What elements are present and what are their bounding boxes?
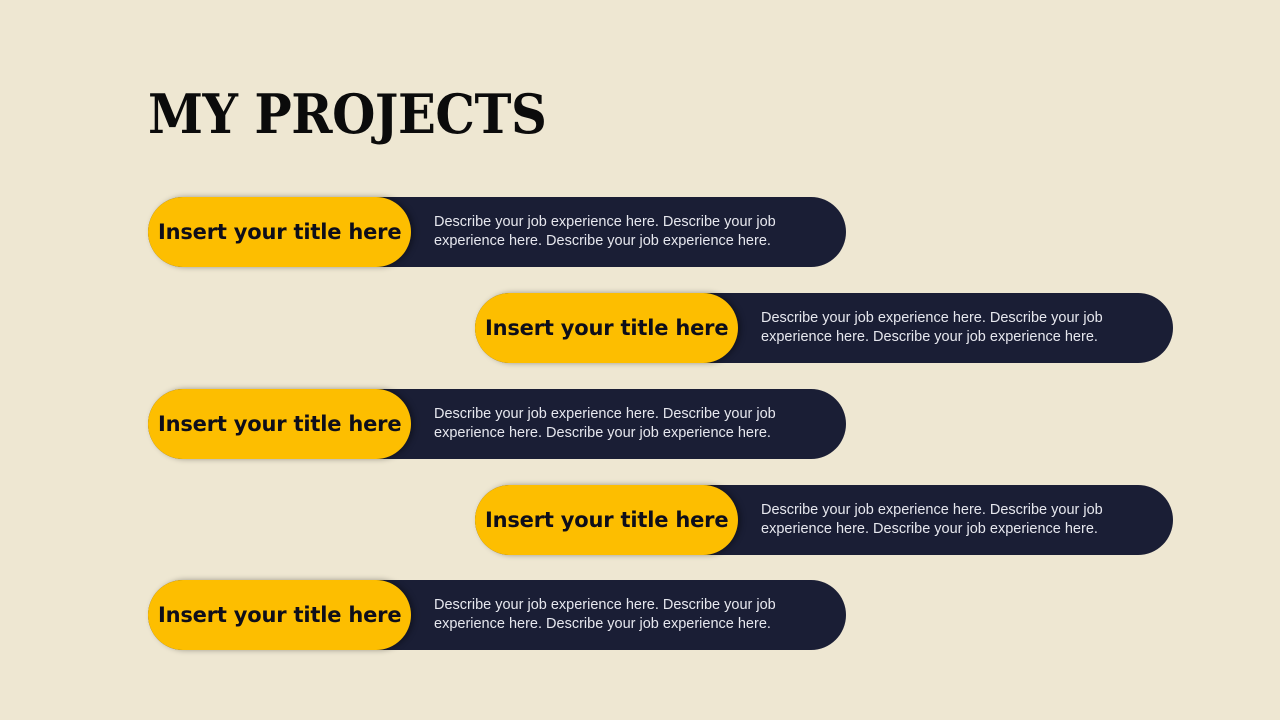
project-description: Describe your job experience here. Descr…	[434, 597, 776, 632]
project-description: Describe your job experience here. Descr…	[761, 502, 1103, 537]
project-title-badge: Insert your title here	[148, 580, 411, 650]
project-title-badge: Insert your title here	[475, 485, 738, 555]
project-item-3: Insert your title here Describe your job…	[148, 389, 846, 459]
project-title: Insert your title here	[158, 603, 402, 627]
project-title-badge: Insert your title here	[148, 389, 411, 459]
project-item-1: Insert your title here Describe your job…	[148, 197, 846, 267]
slide: MY PROJECTS Insert your title here Descr…	[0, 0, 1280, 720]
project-title-badge: Insert your title here	[475, 293, 738, 363]
project-title: Insert your title here	[158, 412, 402, 436]
project-title-badge: Insert your title here	[148, 197, 411, 267]
project-title: Insert your title here	[485, 508, 729, 532]
project-item-5: Insert your title here Describe your job…	[148, 580, 846, 650]
project-item-4: Insert your title here Describe your job…	[475, 485, 1173, 555]
page-title: MY PROJECTS	[148, 82, 547, 146]
project-title: Insert your title here	[158, 220, 402, 244]
project-description: Describe your job experience here. Descr…	[434, 406, 776, 441]
project-description: Describe your job experience here. Descr…	[761, 310, 1103, 345]
project-item-2: Insert your title here Describe your job…	[475, 293, 1173, 363]
project-description: Describe your job experience here. Descr…	[434, 214, 776, 249]
project-title: Insert your title here	[485, 316, 729, 340]
